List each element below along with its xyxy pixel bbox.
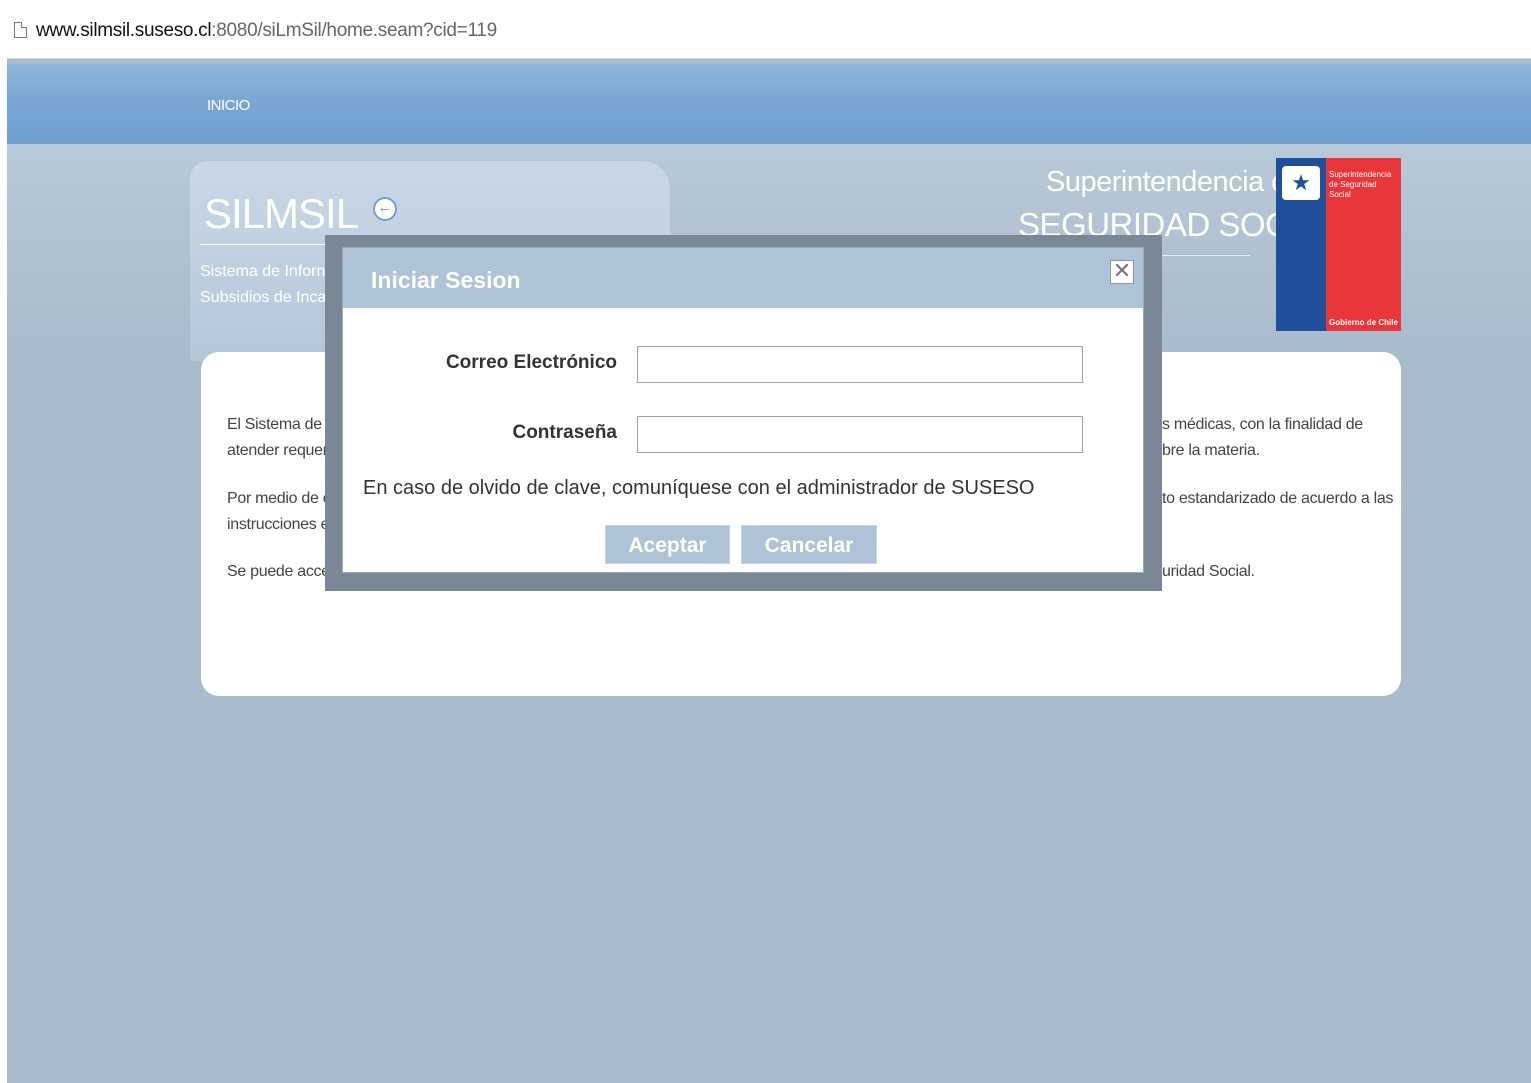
paragraph-3-left: Se puede acced [227, 563, 339, 580]
paragraph-1-right-b: bre la materia. [1162, 442, 1260, 459]
url-host: www.silmsil.suseso.cl [36, 20, 212, 41]
top-nav-bar: INICIO [7, 64, 1531, 144]
close-icon[interactable]: ✕ [1110, 260, 1134, 284]
arrow-left-icon[interactable]: ← [373, 197, 397, 221]
cancel-button[interactable]: Cancelar [741, 525, 877, 564]
email-field[interactable] [637, 346, 1083, 383]
page-icon [14, 22, 27, 38]
app-title: SILMSIL [204, 190, 359, 237]
forgot-password-note: En caso de olvido de clave, comuníquese … [363, 477, 1035, 499]
password-label: Contraseña [512, 422, 617, 443]
government-logo: ★ Superintendencia de Seguridad Social G… [1276, 158, 1401, 331]
logo-text-1: Superintendencia [1329, 170, 1392, 179]
logo-text-2: de Seguridad [1329, 180, 1377, 189]
url-path: :8080/siLmSil/home.seam?cid=119 [211, 20, 497, 41]
app-subtitle-line2: Subsidios de Inca [200, 289, 327, 306]
coat-of-arms-icon: ★ [1282, 166, 1320, 200]
email-label: Correo Electrónico [445, 352, 617, 373]
app-subtitle-line1: Sistema de Inforn [200, 263, 326, 280]
paragraph-2-left-b: instrucciones es [227, 516, 337, 533]
paragraph-2-left-a: Por medio de es [227, 490, 340, 507]
nav-item-inicio[interactable]: INICIO [207, 97, 250, 114]
logo-footer: Gobierno de Chile [1329, 318, 1398, 327]
paragraph-3-right: uridad Social. [1162, 563, 1255, 580]
agency-name-line1: Superintendencia de [1046, 166, 1303, 198]
paragraph-1-left-a: El Sistema de In [227, 416, 339, 433]
url-text[interactable]: www.silmsil.suseso.cl:8080/siLmSil/home.… [36, 20, 497, 42]
window-edge [0, 58, 7, 1083]
password-field[interactable] [637, 416, 1083, 453]
paragraph-1-left-b: atender requerin [227, 442, 340, 459]
paragraph-1-right-a: s médicas, con la finalidad de [1162, 416, 1363, 433]
dialog-header: Iniciar Sesion ✕ [343, 248, 1143, 308]
dialog-title: Iniciar Sesion [371, 267, 521, 293]
browser-address-bar[interactable]: www.silmsil.suseso.cl:8080/siLmSil/home.… [0, 0, 1531, 59]
login-dialog: Iniciar Sesion ✕ Correo Electrónico Cont… [343, 248, 1143, 572]
accept-button[interactable]: Aceptar [605, 525, 730, 564]
logo-text-3: Social [1329, 190, 1351, 199]
paragraph-2-right-a: to estandarizado de acuerdo a las [1162, 490, 1394, 507]
